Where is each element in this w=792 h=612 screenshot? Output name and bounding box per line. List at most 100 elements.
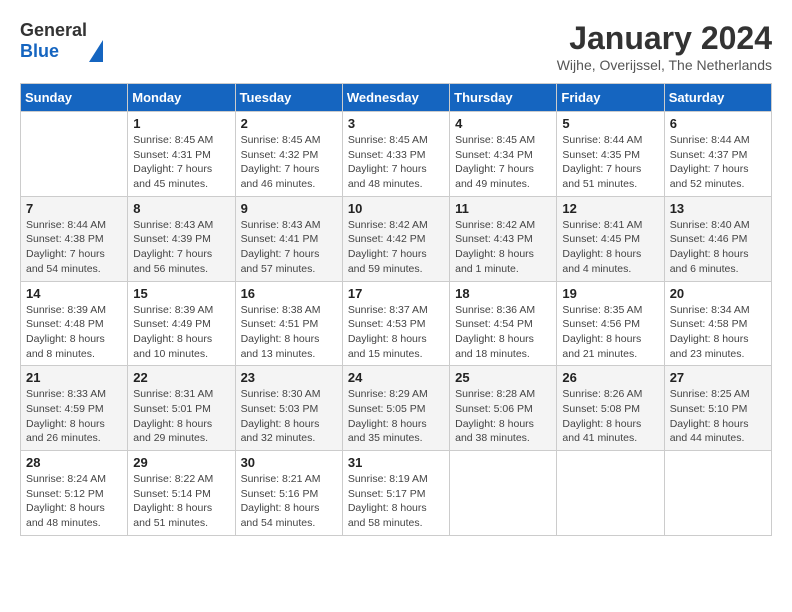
calendar-cell: 5 Sunrise: 8:44 AM Sunset: 4:35 PM Daylig… <box>557 112 664 197</box>
day-info: Sunrise: 8:30 AM Sunset: 5:03 PM Dayligh… <box>241 387 337 446</box>
day-info: Sunrise: 8:45 AM Sunset: 4:31 PM Dayligh… <box>133 133 229 192</box>
day-info: Sunrise: 8:45 AM Sunset: 4:34 PM Dayligh… <box>455 133 551 192</box>
day-info: Sunrise: 8:44 AM Sunset: 4:35 PM Dayligh… <box>562 133 658 192</box>
day-number: 19 <box>562 286 658 301</box>
day-number: 7 <box>26 201 122 216</box>
calendar-header-row: SundayMondayTuesdayWednesdayThursdayFrid… <box>21 84 772 112</box>
day-number: 10 <box>348 201 444 216</box>
day-info: Sunrise: 8:39 AM Sunset: 4:48 PM Dayligh… <box>26 303 122 362</box>
calendar-cell: 4Sunrise: 8:45 AM Sunset: 4:34 PM Daylig… <box>450 112 557 197</box>
day-number: 20 <box>670 286 766 301</box>
day-info: Sunrise: 8:37 AM Sunset: 4:53 PM Dayligh… <box>348 303 444 362</box>
day-number: 14 <box>26 286 122 301</box>
day-info: Sunrise: 8:34 AM Sunset: 4:58 PM Dayligh… <box>670 303 766 362</box>
day-info: Sunrise: 8:39 AM Sunset: 4:49 PM Dayligh… <box>133 303 229 362</box>
day-number: 18 <box>455 286 551 301</box>
day-info: Sunrise: 8:21 AM Sunset: 5:16 PM Dayligh… <box>241 472 337 531</box>
day-number: 25 <box>455 370 551 385</box>
day-info: Sunrise: 8:40 AM Sunset: 4:46 PM Dayligh… <box>670 218 766 277</box>
calendar-cell: 9 Sunrise: 8:43 AM Sunset: 4:41 PM Daylig… <box>235 196 342 281</box>
calendar-cell: 26 Sunrise: 8:26 AM Sunset: 5:08 PM Dayli… <box>557 366 664 451</box>
logo-blue: Blue <box>20 41 87 62</box>
day-number: 31 <box>348 455 444 470</box>
day-number: 28 <box>26 455 122 470</box>
page-header: General Blue January 2024 Wijhe, Overijs… <box>20 20 772 73</box>
calendar-cell: 12 Sunrise: 8:41 AM Sunset: 4:45 PM Dayli… <box>557 196 664 281</box>
day-number: 11 <box>455 201 551 216</box>
day-of-week-header: Friday <box>557 84 664 112</box>
calendar-table: SundayMondayTuesdayWednesdayThursdayFrid… <box>20 83 772 536</box>
logo: General Blue <box>20 20 103 62</box>
day-info: Sunrise: 8:42 AM Sunset: 4:42 PM Dayligh… <box>348 218 444 277</box>
calendar-week-row: 21Sunrise: 8:33 AM Sunset: 4:59 PM Dayli… <box>21 366 772 451</box>
logo-triangle-icon <box>89 40 103 62</box>
calendar-cell: 13 Sunrise: 8:40 AM Sunset: 4:46 PM Dayli… <box>664 196 771 281</box>
day-info: Sunrise: 8:29 AM Sunset: 5:05 PM Dayligh… <box>348 387 444 446</box>
day-number: 9 <box>241 201 337 216</box>
day-number: 2 <box>241 116 337 131</box>
calendar-cell: 8 Sunrise: 8:43 AM Sunset: 4:39 PM Daylig… <box>128 196 235 281</box>
logo-general: General <box>20 20 87 41</box>
calendar-cell: 10 Sunrise: 8:42 AM Sunset: 4:42 PM Dayli… <box>342 196 449 281</box>
day-number: 8 <box>133 201 229 216</box>
calendar-cell: 20 Sunrise: 8:34 AM Sunset: 4:58 PM Dayli… <box>664 281 771 366</box>
day-of-week-header: Tuesday <box>235 84 342 112</box>
calendar-cell: 14 Sunrise: 8:39 AM Sunset: 4:48 PM Dayli… <box>21 281 128 366</box>
day-number: 5 <box>562 116 658 131</box>
day-info: Sunrise: 8:31 AM Sunset: 5:01 PM Dayligh… <box>133 387 229 446</box>
day-info: Sunrise: 8:42 AM Sunset: 4:43 PM Dayligh… <box>455 218 551 277</box>
day-info: Sunrise: 8:45 AM Sunset: 4:33 PM Dayligh… <box>348 133 444 192</box>
calendar-cell: 7Sunrise: 8:44 AM Sunset: 4:38 PM Daylig… <box>21 196 128 281</box>
day-number: 13 <box>670 201 766 216</box>
day-info: Sunrise: 8:43 AM Sunset: 4:39 PM Dayligh… <box>133 218 229 277</box>
calendar-cell: 21Sunrise: 8:33 AM Sunset: 4:59 PM Dayli… <box>21 366 128 451</box>
day-of-week-header: Thursday <box>450 84 557 112</box>
day-number: 6 <box>670 116 766 131</box>
calendar-cell: 3 Sunrise: 8:45 AM Sunset: 4:33 PM Daylig… <box>342 112 449 197</box>
calendar-cell <box>557 451 664 536</box>
calendar-cell <box>450 451 557 536</box>
calendar-week-row: 14 Sunrise: 8:39 AM Sunset: 4:48 PM Dayli… <box>21 281 772 366</box>
calendar-cell <box>21 112 128 197</box>
day-number: 23 <box>241 370 337 385</box>
day-of-week-header: Monday <box>128 84 235 112</box>
day-info: Sunrise: 8:25 AM Sunset: 5:10 PM Dayligh… <box>670 387 766 446</box>
day-number: 24 <box>348 370 444 385</box>
calendar-cell: 1Sunrise: 8:45 AM Sunset: 4:31 PM Daylig… <box>128 112 235 197</box>
calendar-cell: 15 Sunrise: 8:39 AM Sunset: 4:49 PM Dayli… <box>128 281 235 366</box>
day-info: Sunrise: 8:45 AM Sunset: 4:32 PM Dayligh… <box>241 133 337 192</box>
day-number: 16 <box>241 286 337 301</box>
calendar-week-row: 1Sunrise: 8:45 AM Sunset: 4:31 PM Daylig… <box>21 112 772 197</box>
calendar-week-row: 7Sunrise: 8:44 AM Sunset: 4:38 PM Daylig… <box>21 196 772 281</box>
calendar-cell: 28Sunrise: 8:24 AM Sunset: 5:12 PM Dayli… <box>21 451 128 536</box>
calendar-cell: 19Sunrise: 8:35 AM Sunset: 4:56 PM Dayli… <box>557 281 664 366</box>
day-number: 22 <box>133 370 229 385</box>
calendar-cell: 17 Sunrise: 8:37 AM Sunset: 4:53 PM Dayli… <box>342 281 449 366</box>
month-title: January 2024 <box>557 20 772 57</box>
day-of-week-header: Saturday <box>664 84 771 112</box>
day-number: 15 <box>133 286 229 301</box>
calendar-week-row: 28Sunrise: 8:24 AM Sunset: 5:12 PM Dayli… <box>21 451 772 536</box>
calendar-cell: 30 Sunrise: 8:21 AM Sunset: 5:16 PM Dayli… <box>235 451 342 536</box>
calendar-cell: 16Sunrise: 8:38 AM Sunset: 4:51 PM Dayli… <box>235 281 342 366</box>
day-info: Sunrise: 8:36 AM Sunset: 4:54 PM Dayligh… <box>455 303 551 362</box>
day-info: Sunrise: 8:26 AM Sunset: 5:08 PM Dayligh… <box>562 387 658 446</box>
calendar-cell: 24 Sunrise: 8:29 AM Sunset: 5:05 PM Dayli… <box>342 366 449 451</box>
day-number: 29 <box>133 455 229 470</box>
day-number: 17 <box>348 286 444 301</box>
day-number: 3 <box>348 116 444 131</box>
day-info: Sunrise: 8:41 AM Sunset: 4:45 PM Dayligh… <box>562 218 658 277</box>
day-info: Sunrise: 8:22 AM Sunset: 5:14 PM Dayligh… <box>133 472 229 531</box>
calendar-cell: 22 Sunrise: 8:31 AM Sunset: 5:01 PM Dayli… <box>128 366 235 451</box>
day-number: 12 <box>562 201 658 216</box>
day-info: Sunrise: 8:28 AM Sunset: 5:06 PM Dayligh… <box>455 387 551 446</box>
calendar-cell: 23 Sunrise: 8:30 AM Sunset: 5:03 PM Dayli… <box>235 366 342 451</box>
day-number: 30 <box>241 455 337 470</box>
calendar-cell: 6Sunrise: 8:44 AM Sunset: 4:37 PM Daylig… <box>664 112 771 197</box>
calendar-cell: 27Sunrise: 8:25 AM Sunset: 5:10 PM Dayli… <box>664 366 771 451</box>
day-info: Sunrise: 8:33 AM Sunset: 4:59 PM Dayligh… <box>26 387 122 446</box>
day-info: Sunrise: 8:43 AM Sunset: 4:41 PM Dayligh… <box>241 218 337 277</box>
day-of-week-header: Wednesday <box>342 84 449 112</box>
day-number: 26 <box>562 370 658 385</box>
calendar-cell: 25 Sunrise: 8:28 AM Sunset: 5:06 PM Dayli… <box>450 366 557 451</box>
